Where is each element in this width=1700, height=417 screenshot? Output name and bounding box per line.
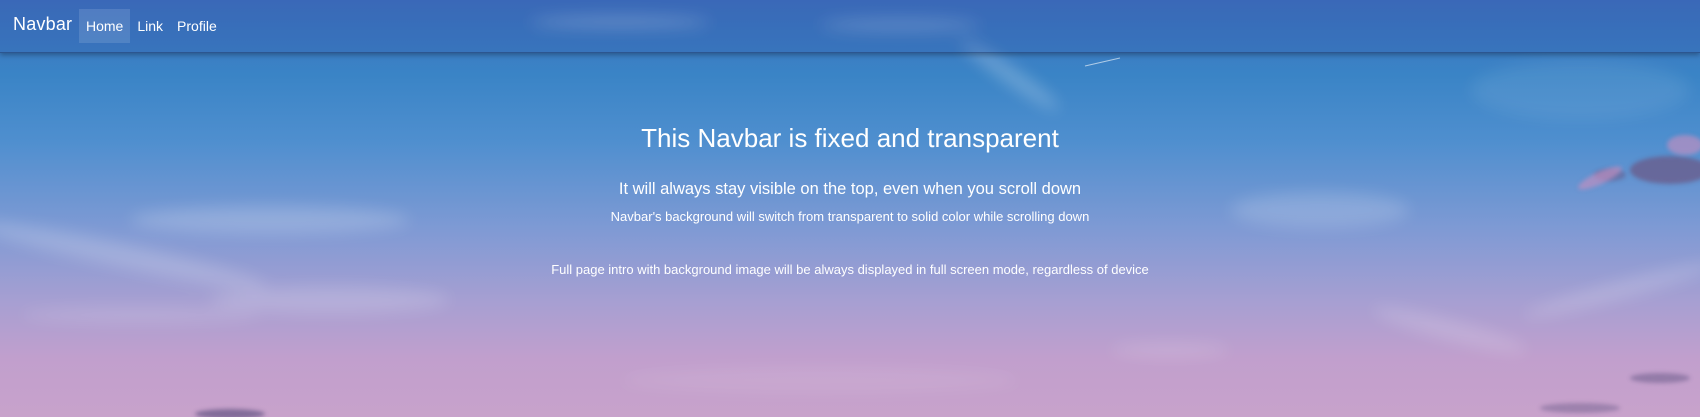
nav-link-profile[interactable]: Profile — [170, 9, 224, 43]
page: Navbar Home Link Profile This Navbar is … — [0, 0, 1700, 417]
nav-link-home[interactable]: Home — [79, 9, 131, 43]
intro-subtitle-small: Navbar's background will switch from tra… — [610, 209, 1090, 224]
navbar-links: Home Link Profile — [79, 9, 224, 43]
intro-description: Full page intro with background image wi… — [551, 262, 1149, 277]
intro-subtitle: It will always stay visible on the top, … — [618, 180, 1082, 198]
intro-title: This Navbar is fixed and transparent — [641, 123, 1059, 153]
nav-link-link[interactable]: Link — [130, 9, 170, 43]
navbar: Navbar Home Link Profile — [0, 0, 1700, 53]
navbar-brand[interactable]: Navbar — [13, 14, 72, 35]
